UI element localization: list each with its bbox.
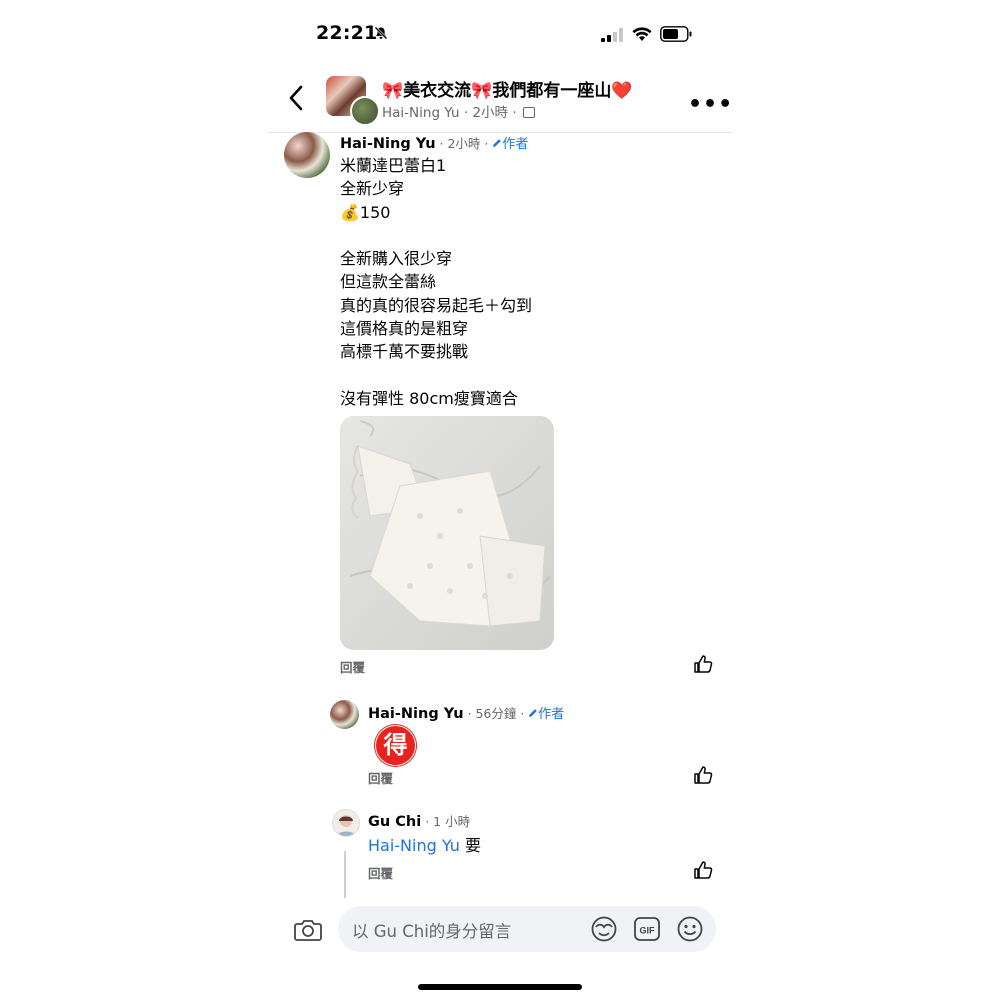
like-icon[interactable] bbox=[693, 860, 713, 880]
comment-photo[interactable] bbox=[340, 416, 554, 650]
sticker-icon[interactable] bbox=[590, 915, 618, 943]
group-header: 🎀美衣交流🎀我們都有一座山❤️ Hai-Ning Yu · 2小時 · ••• bbox=[268, 62, 732, 133]
cellular-signal-icon bbox=[601, 28, 623, 42]
reply-button[interactable]: 回覆 bbox=[368, 768, 393, 787]
author-badge: 作者 bbox=[528, 707, 564, 722]
emoji-icon[interactable] bbox=[676, 915, 704, 943]
reply-button[interactable]: 回覆 bbox=[340, 657, 365, 676]
pencil-icon bbox=[529, 709, 538, 717]
home-indicator[interactable] bbox=[418, 984, 582, 990]
author-avatar-small bbox=[350, 96, 380, 126]
comment-author[interactable]: Hai-Ning Yu · 2小時 · 作者 bbox=[340, 133, 528, 152]
like-icon[interactable] bbox=[693, 765, 713, 785]
gif-icon[interactable]: GIF bbox=[634, 917, 660, 941]
author-badge: 作者 bbox=[492, 137, 528, 152]
lace-top-photo bbox=[340, 416, 554, 650]
audience-icon bbox=[522, 107, 535, 118]
avatar[interactable] bbox=[284, 132, 330, 178]
mention-link[interactable]: Hai-Ning Yu bbox=[368, 836, 460, 855]
pencil-icon bbox=[493, 139, 502, 147]
phone-screen: 22:21 🎀美衣交流🎀我們都有一座山❤️ Hai-Ning Yu · 2小時 … bbox=[268, 0, 732, 1000]
like-icon[interactable] bbox=[693, 654, 713, 674]
camera-icon[interactable] bbox=[294, 918, 322, 942]
svg-text:GIF: GIF bbox=[640, 926, 656, 936]
emoji-sticker: 得 bbox=[375, 725, 416, 766]
back-icon[interactable] bbox=[286, 84, 308, 112]
comment-text: Hai-Ning Yu 要 bbox=[368, 836, 482, 855]
avatar[interactable] bbox=[332, 809, 360, 837]
comment-author[interactable]: Gu Chi · 1 小時 bbox=[368, 811, 470, 830]
thread-line bbox=[344, 851, 346, 899]
post-subtitle: Hai-Ning Yu · 2小時 · bbox=[382, 101, 535, 121]
avatar[interactable] bbox=[330, 700, 359, 729]
comment-author[interactable]: Hai-Ning Yu · 56分鐘 · 作者 bbox=[368, 703, 564, 722]
group-title[interactable]: 🎀美衣交流🎀我們都有一座山❤️ bbox=[382, 76, 633, 101]
wifi-icon bbox=[632, 27, 652, 41]
status-time: 22:21 bbox=[316, 22, 378, 44]
avatar-image bbox=[337, 815, 355, 836]
more-icon[interactable]: ••• bbox=[688, 92, 732, 117]
comment-input-placeholder: 以 Gu Chi的身分留言 bbox=[352, 922, 512, 941]
comment-text: 米蘭達巴蕾白1 全新少穿 💰150 全新購入很少穿 但這款全蕾絲 真的真的很容易… bbox=[340, 156, 533, 408]
battery-icon bbox=[660, 26, 692, 42]
reply-button[interactable]: 回覆 bbox=[368, 863, 393, 882]
bell-mute-icon bbox=[374, 26, 388, 40]
status-bar: 22:21 bbox=[268, 0, 732, 62]
